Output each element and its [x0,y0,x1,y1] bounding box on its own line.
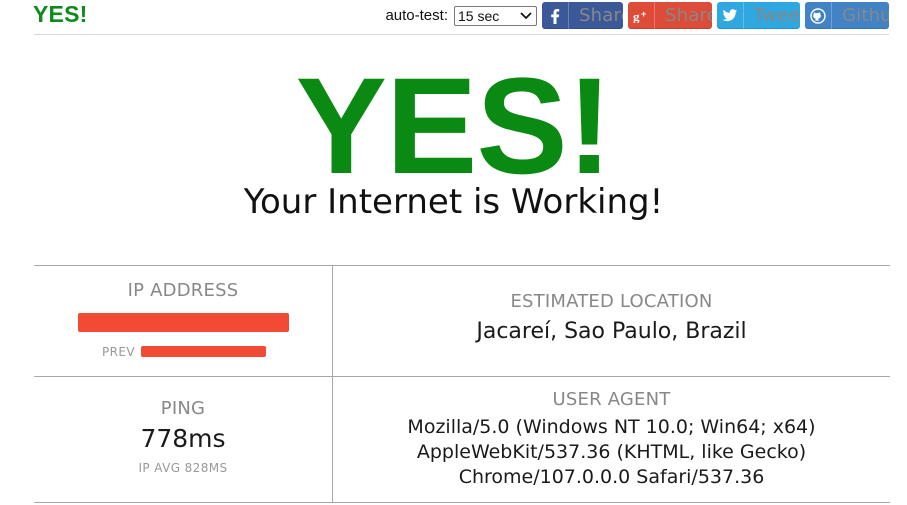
github-button[interactable]: Github [805,2,889,29]
facebook-icon [542,2,569,29]
google-plus-share-label: Share [665,5,712,26]
brand-logo[interactable]: YES! [33,1,87,28]
location-value: Jacareí, Sao Paulo, Brazil [476,319,747,344]
google-plus-icon: g + [628,2,655,29]
twitter-icon [717,2,744,29]
user-agent-line: Chrome/107.0.0.0 Safari/537.36 [458,466,765,488]
previous-ip-prefix: PREV [102,345,135,359]
twitter-tweet-label: Tweet [754,5,800,26]
header-toolbar: auto-test: 15 sec Share g + [385,2,889,29]
autotest-select[interactable]: 15 sec [454,5,537,26]
google-plus-share-button[interactable]: g + Share [628,2,712,29]
user-agent-line: AppleWebKit/537.36 (KHTML, like Gecko) [416,441,807,463]
ip-address-label: IP ADDRESS [127,280,239,301]
location-cell: ESTIMATED LOCATION Jacareí, Sao Paulo, B… [333,266,890,376]
user-agent-line: Mozilla/5.0 (Windows NT 10.0; Win64; x64… [407,416,816,438]
github-icon [805,2,832,29]
chevron-down-icon [519,9,533,23]
info-grid: IP ADDRESS PREV ESTIMATED LOCATION Jacar… [34,265,890,503]
user-agent-cell: USER AGENT Mozilla/5.0 (Windows NT 10.0;… [333,377,890,503]
ping-label: PING [160,398,206,419]
ping-value: 778ms [140,424,226,453]
autotest-selected-value: 15 sec [458,7,500,24]
ip-redaction [78,313,289,332]
autotest-label: auto-test: [385,7,448,24]
previous-ip-redaction [141,346,266,357]
ping-cell: PING 778ms IP AVG 828MS [34,377,332,503]
hero-subtitle: Your Internet is Working! [243,182,664,222]
facebook-share-button[interactable]: Share [542,2,623,29]
user-agent-value: Mozilla/5.0 (Windows NT 10.0; Win64; x64… [333,415,890,490]
facebook-share-label: Share [579,5,623,26]
hero-title: YES! [295,50,613,203]
ip-address-cell: IP ADDRESS PREV [34,266,332,376]
user-agent-label: USER AGENT [552,389,671,410]
github-label: Github [842,5,889,26]
svg-text:+: + [641,9,646,19]
location-label: ESTIMATED LOCATION [510,291,713,312]
page: YES! auto-test: 15 sec Share g [0,0,907,505]
twitter-tweet-button[interactable]: Tweet [717,2,800,29]
header-divider [34,34,889,35]
ping-average: IP AVG 828MS [138,461,228,475]
svg-text:g: g [633,9,640,23]
